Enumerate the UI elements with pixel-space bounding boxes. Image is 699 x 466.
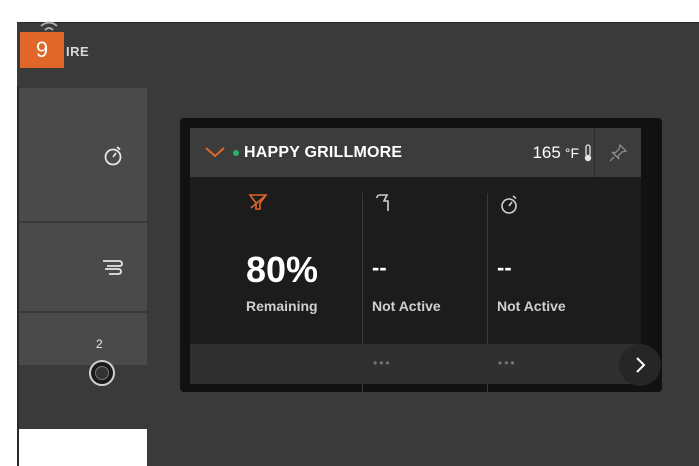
smoke-icon <box>103 260 123 275</box>
grill-card-footer: ••• ••• <box>190 344 641 384</box>
timer-status-label: Not Active <box>497 298 566 314</box>
brand-label: IRE <box>66 44 90 59</box>
probe-stat[interactable]: -- Not Active <box>362 177 487 344</box>
thermometer-icon <box>584 144 592 162</box>
sidebar-item-smoke[interactable] <box>19 223 147 311</box>
probe-icon <box>376 194 389 211</box>
pellet-hopper-icon <box>248 194 268 210</box>
pin-button[interactable] <box>594 128 641 177</box>
timer-stat[interactable]: -- Not Active <box>487 177 641 344</box>
grill-name: HAPPY GRILLMORE <box>244 144 403 161</box>
probe-more-icon[interactable]: ••• <box>373 356 392 370</box>
grill-card[interactable]: HAPPY GRILLMORE 165 °F 80% Remaining -- … <box>180 118 662 403</box>
sidebar-item-timer[interactable] <box>19 88 147 221</box>
probe-value: -- <box>372 255 387 280</box>
top-divider <box>17 22 699 23</box>
temperature-unit: °F <box>564 145 579 161</box>
pellet-level-value: 80% <box>246 249 319 290</box>
grill-card-header[interactable]: HAPPY GRILLMORE 165 °F <box>190 128 641 177</box>
probe-status-label: Not Active <box>372 298 441 314</box>
timer-more-icon[interactable]: ••• <box>498 356 517 370</box>
blank-panel <box>19 429 147 466</box>
grill-temperature: 165 °F <box>532 143 593 163</box>
chevron-right-icon <box>636 357 646 373</box>
pellet-level-label: Remaining <box>246 298 318 314</box>
sidebar-item-knob[interactable] <box>19 313 147 365</box>
pellet-stat[interactable]: 80% Remaining <box>190 177 362 344</box>
knob-icon[interactable] <box>89 360 115 386</box>
grill-stats: 80% Remaining -- Not Active -- Not Activ… <box>190 177 641 344</box>
timer-value: -- <box>497 255 512 280</box>
next-button[interactable] <box>619 344 661 386</box>
chevron-down-icon[interactable] <box>204 145 226 159</box>
pin-icon <box>609 143 628 161</box>
temperature-value: 165 <box>532 143 561 162</box>
knob-label: 2 <box>96 337 103 351</box>
step-number-badge: 9 <box>20 32 64 68</box>
online-status-dot <box>233 150 239 156</box>
timer-icon <box>501 195 517 214</box>
stopwatch-icon <box>104 145 122 165</box>
